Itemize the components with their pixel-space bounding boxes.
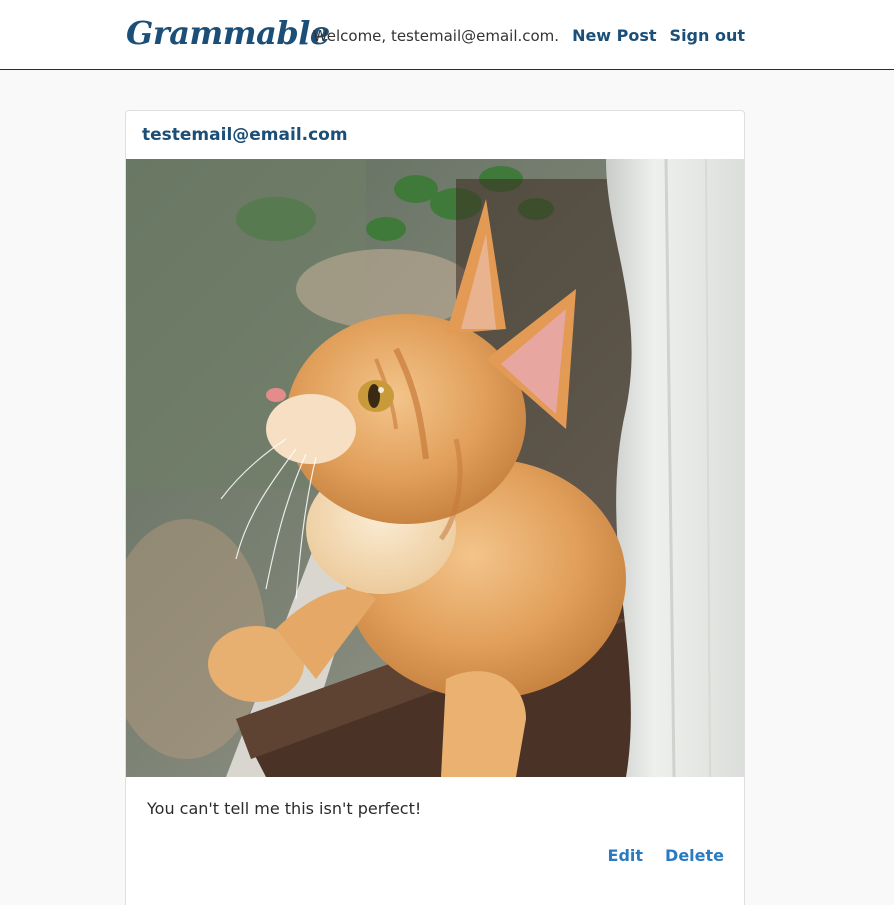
top-navbar: Grammable Welcome, testemail@email.com. … — [0, 0, 894, 70]
edit-post-link[interactable]: Edit — [608, 846, 644, 865]
kitten-photo-illustration — [126, 159, 744, 777]
sign-out-link[interactable]: Sign out — [670, 26, 745, 45]
post-caption: You can't tell me this isn't perfect! — [147, 799, 422, 818]
post-author: testemail@email.com — [142, 125, 348, 145]
new-post-link[interactable]: New Post — [572, 26, 656, 45]
welcome-message: Welcome, testemail@email.com. — [312, 27, 560, 45]
post-actions: Edit Delete — [608, 846, 724, 865]
delete-post-link[interactable]: Delete — [665, 846, 724, 865]
post-card: testemail@email.com You can't tell me th… — [125, 110, 745, 905]
post-photo — [126, 159, 744, 777]
brand-logo-link[interactable]: Grammable — [126, 14, 330, 52]
nav-right-group: Welcome, testemail@email.com. New Post S… — [313, 26, 745, 45]
